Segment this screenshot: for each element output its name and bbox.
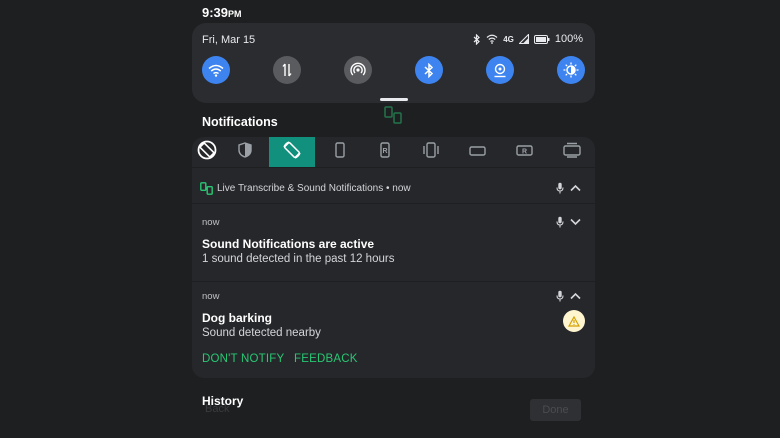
rotation-lock-icon: R xyxy=(379,141,390,163)
shield-button[interactable] xyxy=(230,137,259,167)
clock-ampm: PM xyxy=(228,9,242,19)
brightness-tile[interactable] xyxy=(557,56,585,84)
notification-controls xyxy=(556,216,581,228)
wifi-status-icon xyxy=(486,34,498,44)
notification-item[interactable]: now Dog barking Sound detected nearby DO… xyxy=(192,283,595,378)
landscape-lock-button[interactable]: R xyxy=(510,137,539,167)
battery-icon xyxy=(533,34,550,44)
phone-landscape-icon xyxy=(469,143,486,161)
app-icon-ghost xyxy=(384,106,402,129)
history-heading[interactable]: History xyxy=(202,394,243,408)
notification-body: Sound detected nearby xyxy=(202,327,321,339)
microphone-icon[interactable] xyxy=(556,290,564,302)
vibrate-icon xyxy=(422,141,440,163)
feedback-button[interactable]: FEEDBACK xyxy=(294,353,358,365)
rotation-lock-button[interactable]: R xyxy=(370,137,399,167)
phone-portrait-icon xyxy=(334,141,345,163)
quick-settings-tiles xyxy=(192,56,595,86)
network-type-label: 4G xyxy=(503,34,514,44)
quick-settings-panel: Fri, Mar 15 4G 100% xyxy=(192,23,595,103)
notification-card: R R Live Transcribe & Sound Notification… xyxy=(192,137,595,378)
auto-rotate-button[interactable] xyxy=(192,137,221,167)
hotspot-tile[interactable] xyxy=(344,56,372,84)
notification-body: 1 sound detected in the past 12 hours xyxy=(202,253,395,265)
collapse-chevron-icon[interactable] xyxy=(570,184,581,192)
bluetooth-status-icon xyxy=(473,33,481,45)
landscape-vibrate-icon xyxy=(562,142,581,163)
rotate-screen-button[interactable] xyxy=(269,137,315,167)
app-name-label: Live Transcribe & Sound Notifications • … xyxy=(217,183,411,194)
bluetooth-icon xyxy=(424,62,434,78)
landscape-lock-icon: R xyxy=(516,143,533,161)
expand-handle[interactable] xyxy=(380,98,408,101)
bluetooth-tile[interactable] xyxy=(415,56,443,84)
notification-time: now xyxy=(202,217,220,228)
data-tile[interactable] xyxy=(273,56,301,84)
location-tile[interactable] xyxy=(486,56,514,84)
rotate-screen-icon xyxy=(282,140,302,165)
microphone-icon[interactable] xyxy=(556,182,564,194)
battery-percent: 100% xyxy=(554,33,583,45)
wifi-tile[interactable] xyxy=(202,56,230,84)
notification-title: Dog barking xyxy=(202,311,273,325)
clock: 9:39 xyxy=(202,5,229,20)
icon-bar: R R xyxy=(192,137,595,168)
notifications-heading: Notifications xyxy=(202,115,278,129)
hotspot-icon xyxy=(350,62,366,78)
svg-text:R: R xyxy=(382,148,387,155)
landscape-vibrate-button[interactable] xyxy=(557,137,586,167)
location-icon xyxy=(493,63,507,78)
expand-chevron-icon[interactable] xyxy=(570,218,581,226)
notification-item[interactable]: now Sound Notifications are active 1 sou… xyxy=(192,205,595,282)
dont-notify-button[interactable]: DON'T NOTIFY xyxy=(202,353,284,365)
microphone-icon[interactable] xyxy=(556,216,564,228)
live-transcribe-app-icon xyxy=(200,182,213,200)
date-label: Fri, Mar 15 xyxy=(202,34,256,46)
phone-portrait-button[interactable] xyxy=(325,137,354,167)
notification-title: Sound Notifications are active xyxy=(202,237,375,251)
app-header-row[interactable]: Live Transcribe & Sound Notifications • … xyxy=(192,173,595,204)
status-bar-time: 9:39PM xyxy=(202,5,242,20)
collapse-chevron-icon[interactable] xyxy=(570,292,581,300)
notification-time: now xyxy=(202,291,220,302)
brightness-icon xyxy=(563,62,579,78)
status-icons: 4G 100% xyxy=(473,33,583,45)
done-button[interactable]: Done xyxy=(530,399,581,421)
svg-text:R: R xyxy=(522,148,527,155)
vibrate-button[interactable] xyxy=(416,137,445,167)
auto-rotate-icon xyxy=(197,140,217,165)
shield-icon xyxy=(237,141,252,163)
signal-icon xyxy=(518,34,529,44)
app-header-controls xyxy=(556,182,581,194)
warning-icon xyxy=(563,310,585,332)
notification-controls xyxy=(556,290,581,302)
wifi-icon xyxy=(208,64,224,77)
data-transfer-icon xyxy=(281,63,293,77)
phone-landscape-button[interactable] xyxy=(463,137,492,167)
